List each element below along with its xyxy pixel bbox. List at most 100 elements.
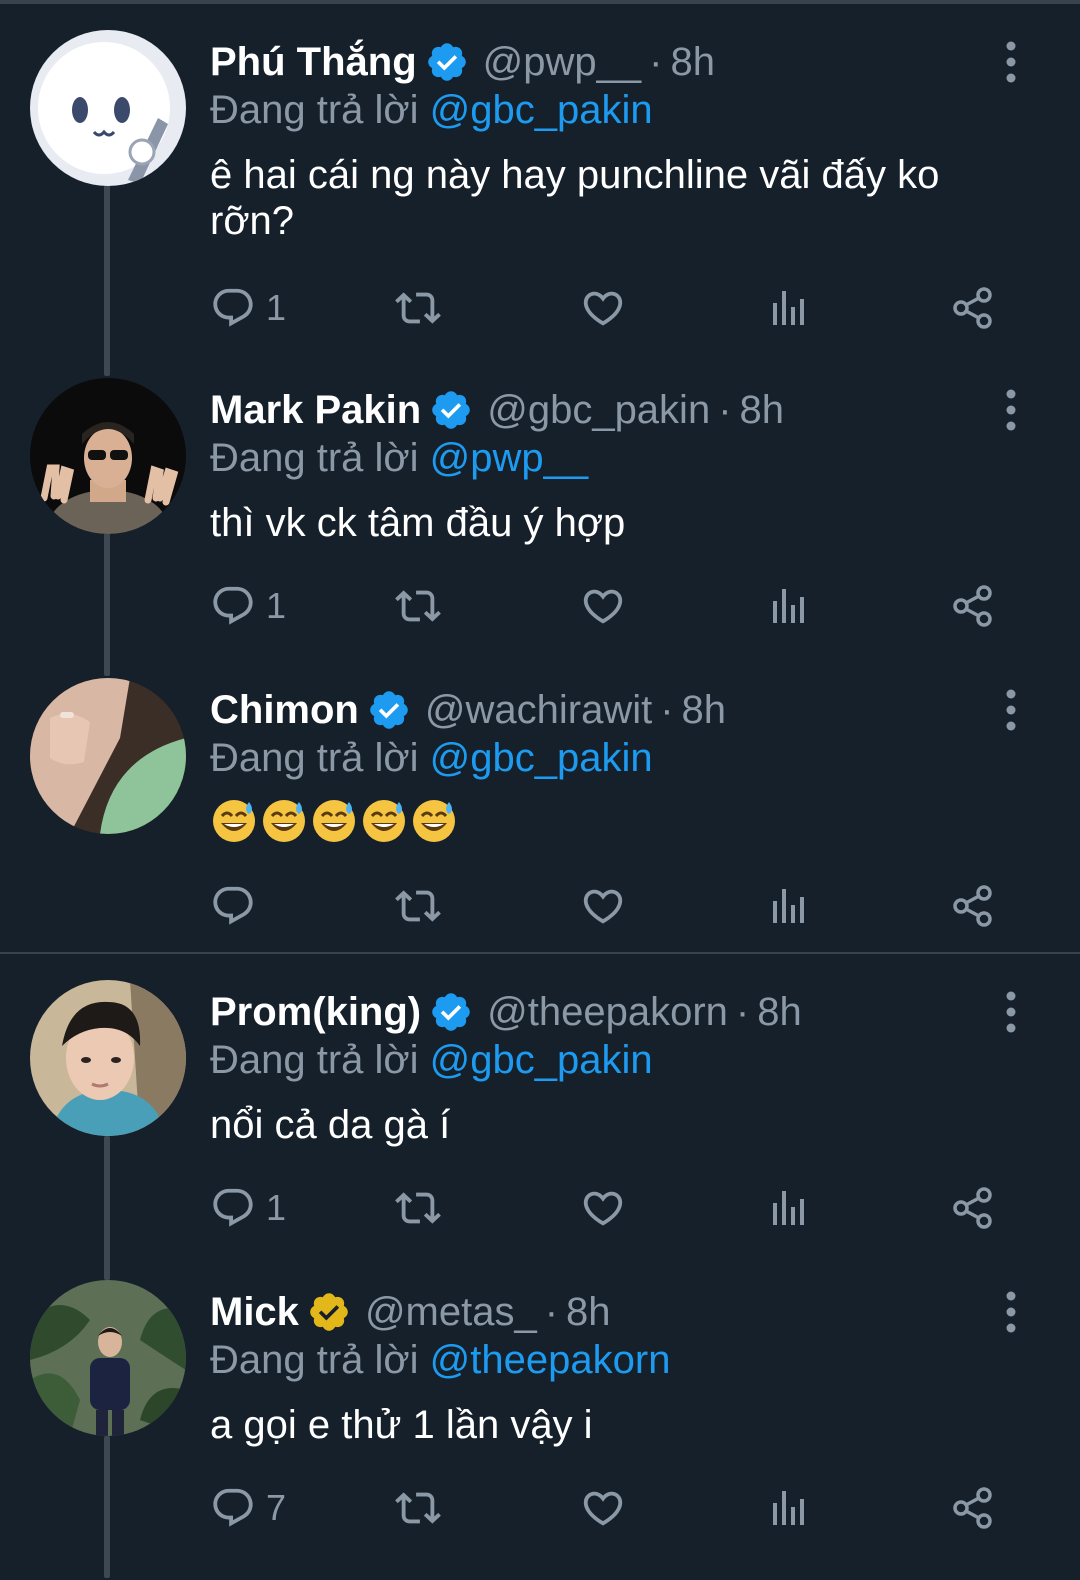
views-icon bbox=[773, 291, 804, 325]
avatar[interactable] bbox=[30, 378, 186, 534]
avatar[interactable] bbox=[30, 1280, 186, 1436]
sweat-smile-emoji-icon bbox=[313, 800, 355, 842]
retweet-button[interactable] bbox=[395, 1180, 441, 1236]
display-name[interactable]: Chimon bbox=[210, 684, 359, 736]
retweet-icon bbox=[395, 890, 441, 922]
reply-icon bbox=[213, 1488, 253, 1527]
retweet-button[interactable] bbox=[395, 878, 441, 934]
separator: · bbox=[718, 388, 732, 432]
views-icon bbox=[773, 589, 804, 623]
handle[interactable]: @pwp__ bbox=[483, 36, 641, 88]
retweet-icon bbox=[395, 1192, 441, 1224]
handle[interactable]: @metas_ bbox=[365, 1286, 537, 1338]
reply-icon bbox=[213, 1188, 253, 1227]
views-button[interactable] bbox=[765, 878, 811, 934]
like-button[interactable] bbox=[580, 1180, 626, 1236]
views-button[interactable] bbox=[765, 1180, 811, 1236]
top-divider bbox=[0, 0, 1080, 4]
reply-icon bbox=[213, 288, 253, 327]
reply-button[interactable] bbox=[210, 878, 256, 934]
like-button[interactable] bbox=[580, 1480, 626, 1536]
more-icon[interactable] bbox=[996, 38, 1026, 86]
share-button[interactable] bbox=[950, 1180, 996, 1236]
handle[interactable]: @wachirawit bbox=[425, 684, 652, 736]
replying-to: Đang trả lời @pwp__ bbox=[210, 432, 588, 484]
retweet-button[interactable] bbox=[395, 1480, 441, 1536]
reply-button[interactable]: 1 bbox=[210, 578, 286, 634]
reply-icon bbox=[213, 586, 253, 625]
tweet-actions: 7 bbox=[210, 1480, 1010, 1536]
like-icon bbox=[583, 589, 623, 624]
separator: · bbox=[735, 990, 750, 1034]
replying-to-label: Đang trả lời bbox=[210, 436, 419, 480]
share-icon bbox=[953, 885, 992, 927]
like-icon bbox=[583, 291, 623, 326]
reply-count: 7 bbox=[266, 1487, 287, 1528]
share-button[interactable] bbox=[950, 1480, 996, 1536]
avatar[interactable] bbox=[30, 30, 186, 186]
replying-to-link[interactable]: @theepakorn bbox=[430, 1338, 671, 1382]
replying-to-label: Đang trả lời bbox=[210, 736, 419, 780]
timestamp[interactable]: 8h bbox=[757, 986, 802, 1038]
replying-to-label: Đang trả lời bbox=[210, 88, 419, 132]
tweet[interactable]: Mick @metas_ · 8h Đang trả lời @theepako… bbox=[0, 1280, 1080, 1580]
tweet[interactable]: Mark Pakin @gbc_pakin · 8h Đang trả lời … bbox=[0, 378, 1080, 678]
views-button[interactable] bbox=[765, 280, 811, 336]
reply-count: 1 bbox=[266, 585, 287, 626]
tweet[interactable]: Phú Thắng @pwp__ · 8h Đang trả lời @gbc_… bbox=[0, 30, 1080, 330]
display-name[interactable]: Prom(king) bbox=[210, 986, 421, 1038]
tweet-actions bbox=[210, 878, 1010, 934]
handle[interactable]: @theepakorn bbox=[487, 986, 728, 1038]
reply-icon bbox=[213, 886, 253, 925]
share-icon bbox=[953, 1487, 992, 1529]
retweet-button[interactable] bbox=[395, 280, 441, 336]
replying-to-link[interactable]: @gbc_pakin bbox=[430, 88, 653, 132]
more-icon[interactable] bbox=[996, 686, 1026, 734]
share-icon bbox=[953, 287, 992, 329]
avatar[interactable] bbox=[30, 678, 186, 834]
views-button[interactable] bbox=[765, 1480, 811, 1536]
tweet[interactable]: Chimon @wachirawit · 8h Đang trả lời @gb… bbox=[0, 678, 1080, 978]
reply-count: 1 bbox=[266, 1187, 287, 1228]
share-button[interactable] bbox=[950, 878, 996, 934]
tweet-actions: 1 bbox=[210, 578, 1010, 634]
display-name[interactable]: Phú Thắng bbox=[210, 36, 417, 88]
verified-badge-icon bbox=[310, 1293, 348, 1331]
replying-to-link[interactable]: @gbc_pakin bbox=[430, 1038, 653, 1082]
replying-to: Đang trả lời @gbc_pakin bbox=[210, 84, 653, 136]
more-icon[interactable] bbox=[996, 1288, 1026, 1336]
sweat-smile-emoji-icon bbox=[213, 800, 255, 842]
timestamp[interactable]: 8h bbox=[566, 1286, 611, 1338]
replying-to-link[interactable]: @gbc_pakin bbox=[430, 736, 653, 780]
avatar[interactable] bbox=[30, 980, 186, 1136]
share-icon bbox=[953, 1187, 992, 1229]
replying-to: Đang trả lời @gbc_pakin bbox=[210, 732, 653, 784]
display-name[interactable]: Mark Pakin bbox=[210, 384, 421, 436]
share-button[interactable] bbox=[950, 578, 996, 634]
more-icon[interactable] bbox=[996, 386, 1026, 434]
separator: · bbox=[544, 1290, 559, 1334]
sweat-smile-emoji-icon bbox=[263, 800, 305, 842]
timestamp[interactable]: 8h bbox=[740, 384, 785, 436]
share-button[interactable] bbox=[950, 280, 996, 336]
reply-button[interactable]: 1 bbox=[210, 280, 286, 336]
tweet[interactable]: Prom(king) @theepakorn · 8h Đang trả lời… bbox=[0, 980, 1080, 1280]
tweet-text: ê hai cái ng này hay punchline vãi đấy k… bbox=[210, 153, 940, 243]
verified-badge-icon bbox=[432, 391, 471, 429]
like-button[interactable] bbox=[580, 878, 626, 934]
tweet-text bbox=[210, 800, 1010, 844]
views-button[interactable] bbox=[765, 578, 811, 634]
timestamp[interactable]: 8h bbox=[682, 684, 727, 736]
reply-button[interactable]: 1 bbox=[210, 1180, 286, 1236]
reply-count: 1 bbox=[266, 287, 287, 328]
timestamp[interactable]: 8h bbox=[670, 36, 715, 88]
retweet-button[interactable] bbox=[395, 578, 441, 634]
reply-button[interactable]: 7 bbox=[210, 1480, 286, 1536]
like-button[interactable] bbox=[580, 280, 626, 336]
replying-to-link[interactable]: @pwp__ bbox=[430, 436, 588, 480]
separator: · bbox=[660, 688, 674, 732]
handle[interactable]: @gbc_pakin bbox=[487, 384, 710, 436]
display-name[interactable]: Mick bbox=[210, 1286, 299, 1338]
more-icon[interactable] bbox=[996, 988, 1026, 1036]
like-button[interactable] bbox=[580, 578, 626, 634]
